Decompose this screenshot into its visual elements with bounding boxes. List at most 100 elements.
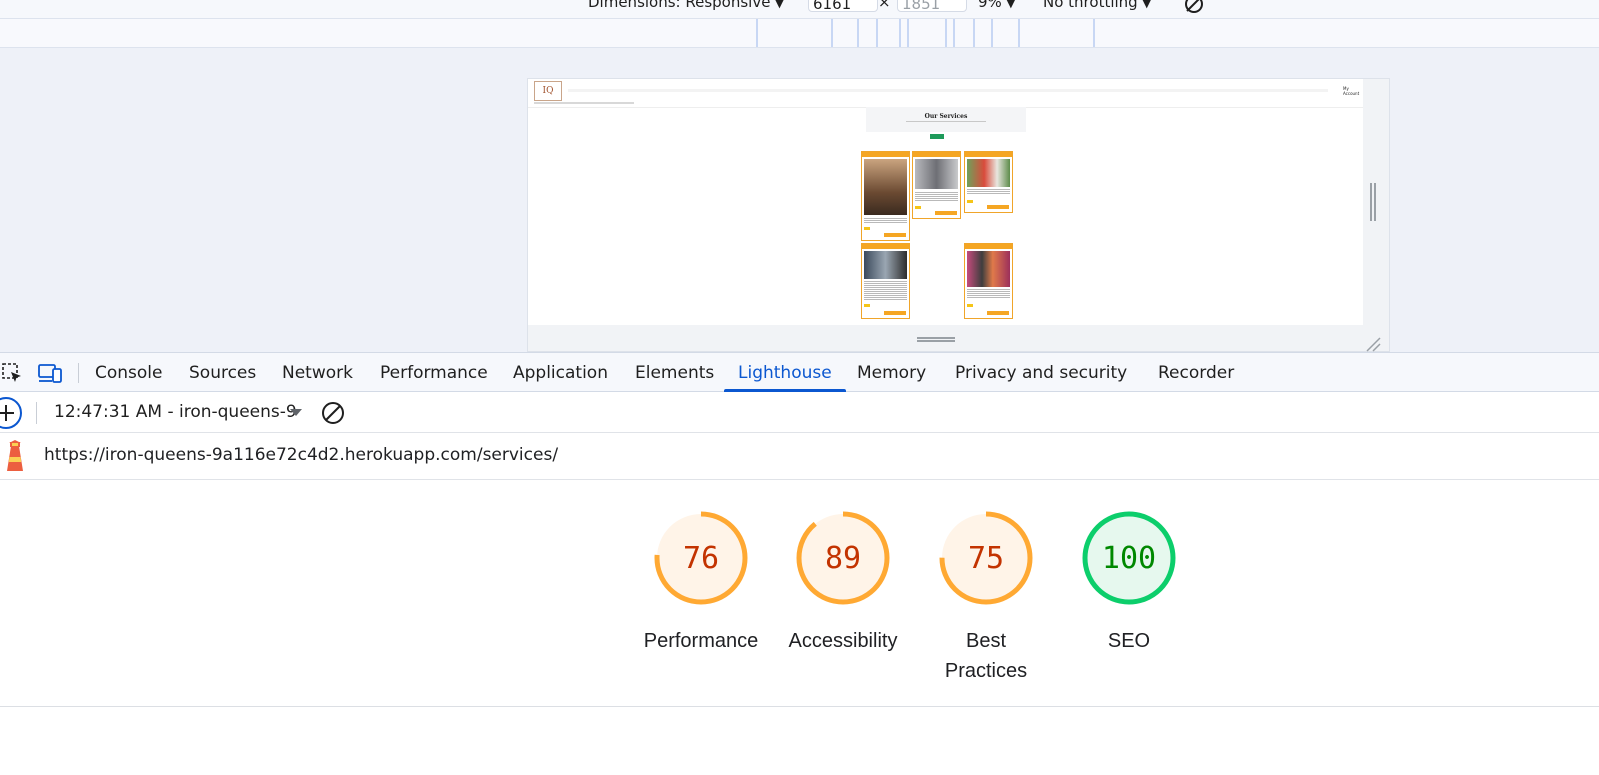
score-value: 76 xyxy=(683,541,719,576)
media-query-bar[interactable] xyxy=(0,19,1599,48)
clear-icon[interactable] xyxy=(320,400,346,426)
site-nav[interactable] xyxy=(534,102,634,104)
chevron-down-icon: ▼ xyxy=(775,0,784,10)
site-account-link[interactable]: My Account xyxy=(1343,86,1363,96)
score-gauge-seo[interactable]: 100 SEO xyxy=(1064,508,1194,656)
viewport-resize-handle-bottom[interactable] xyxy=(917,337,955,342)
service-book-button[interactable] xyxy=(987,311,1009,315)
device-toolbar: Dimensions: Responsive ▼ 6161 × 1851 9% … xyxy=(0,0,1599,19)
service-price-tag xyxy=(967,304,973,307)
service-card[interactable] xyxy=(912,151,961,219)
media-query-marker[interactable] xyxy=(953,19,955,47)
chevron-down-icon: ▼ xyxy=(1006,0,1016,10)
service-card[interactable] xyxy=(964,243,1013,319)
score-label: Performance xyxy=(643,630,759,652)
service-card-title xyxy=(862,244,909,249)
viewport-resize-handle-right[interactable] xyxy=(1370,183,1376,221)
tab-performance[interactable]: Performance xyxy=(380,353,488,391)
service-card-title xyxy=(965,152,1012,157)
device-viewport-area: IQ My Account Our Services xyxy=(0,48,1599,352)
score-gauge-ring: 75 xyxy=(939,511,1033,605)
inspect-element-icon[interactable] xyxy=(0,361,24,385)
throttling-dropdown[interactable]: No throttling ▼ xyxy=(1043,0,1151,11)
media-query-marker[interactable] xyxy=(831,19,833,47)
service-description xyxy=(864,218,907,224)
score-value: 89 xyxy=(825,541,861,576)
service-card[interactable] xyxy=(964,151,1013,213)
chevron-down-icon[interactable] xyxy=(290,409,302,416)
tab-elements[interactable]: Elements xyxy=(635,353,714,391)
service-price-tag xyxy=(967,200,973,203)
score-gauges: 76 Performance 89 Accessibility 75 Best Pract… xyxy=(0,480,1599,707)
width-input[interactable]: 6161 xyxy=(808,0,878,13)
score-label: SEO xyxy=(1107,630,1151,652)
tab-application[interactable]: Application xyxy=(513,353,608,391)
add-icon[interactable] xyxy=(0,395,24,431)
media-query-marker[interactable] xyxy=(756,19,758,47)
dimensions-dropdown[interactable]: Dimensions: Responsive ▼ xyxy=(588,0,784,11)
service-book-button[interactable] xyxy=(884,233,906,237)
score-gauge-performance[interactable]: 76 Performance xyxy=(636,508,766,656)
toolbar-divider xyxy=(78,363,79,383)
height-input[interactable]: 1851 xyxy=(897,0,967,13)
report-selector[interactable]: 12:47:31 AM - iron-queens-9 xyxy=(54,402,297,422)
score-label: Accessibility xyxy=(788,630,898,652)
add-service-button[interactable] xyxy=(930,134,944,139)
score-gauge-best-practices[interactable]: 75 Best Practices xyxy=(921,508,1051,686)
service-image xyxy=(864,251,907,279)
report-url[interactable]: https://iron-queens-9a116e72c4d2.herokua… xyxy=(44,445,558,465)
media-query-marker[interactable] xyxy=(945,19,947,47)
service-book-button[interactable] xyxy=(884,311,906,315)
resize-corner-icon[interactable] xyxy=(1365,336,1381,352)
service-card-title xyxy=(913,152,960,157)
service-card-title xyxy=(862,152,909,157)
lighthouse-logo-icon xyxy=(4,440,26,472)
score-value: 100 xyxy=(1102,541,1156,576)
tab-console[interactable]: Console xyxy=(95,353,163,391)
service-book-button[interactable] xyxy=(987,205,1009,209)
media-query-marker[interactable] xyxy=(973,19,975,47)
services-title: Our Services xyxy=(924,113,968,120)
tab-recorder[interactable]: Recorder xyxy=(1158,353,1234,391)
media-query-marker[interactable] xyxy=(1093,19,1095,47)
media-query-marker[interactable] xyxy=(991,19,993,47)
service-description xyxy=(967,189,1010,195)
report-url-bar: https://iron-queens-9a116e72c4d2.herokua… xyxy=(0,433,1599,480)
service-card[interactable] xyxy=(861,151,910,241)
times-icon: × xyxy=(878,0,891,11)
media-query-marker[interactable] xyxy=(899,19,909,47)
service-description xyxy=(915,192,958,202)
tab-lighthouse[interactable]: Lighthouse xyxy=(724,353,846,392)
media-query-marker[interactable] xyxy=(1018,19,1020,47)
zoom-dropdown[interactable]: 9% ▼ xyxy=(978,0,1015,11)
tab-privacy-and-security[interactable]: Privacy and security xyxy=(955,353,1127,391)
service-book-button[interactable] xyxy=(935,211,957,215)
tab-memory[interactable]: Memory xyxy=(857,353,926,391)
service-price-tag xyxy=(864,304,870,307)
tab-sources[interactable]: Sources xyxy=(189,353,256,391)
throttling-value: No throttling xyxy=(1043,0,1138,11)
site-logo[interactable]: IQ xyxy=(534,81,562,101)
lighthouse-toolbar: 12:47:31 AM - iron-queens-9 xyxy=(0,392,1599,433)
score-gauge-ring: 76 xyxy=(654,511,748,605)
site-header: IQ My Account xyxy=(528,79,1363,108)
device-toggle-icon[interactable] xyxy=(38,361,62,385)
page-preview[interactable]: IQ My Account Our Services xyxy=(528,79,1363,325)
tab-network[interactable]: Network xyxy=(282,353,353,391)
service-image xyxy=(967,159,1010,187)
media-query-marker[interactable] xyxy=(857,19,859,47)
service-price-tag xyxy=(864,227,870,230)
device-frame: IQ My Account Our Services xyxy=(527,78,1390,352)
save-data-icon[interactable] xyxy=(1183,0,1205,18)
media-query-marker[interactable] xyxy=(876,19,878,47)
service-card-title xyxy=(965,244,1012,249)
score-gauge-accessibility[interactable]: 89 Accessibility xyxy=(778,508,908,656)
service-image xyxy=(864,159,907,215)
site-search-bar[interactable] xyxy=(568,89,1328,92)
score-label: Best Practices xyxy=(944,630,1028,682)
services-hero: Our Services xyxy=(866,107,1026,132)
devtools-tab-bar: Console Sources Network Performance Appl… xyxy=(0,352,1599,392)
service-card[interactable] xyxy=(861,243,910,319)
zoom-value: 9% xyxy=(978,0,1002,11)
service-description xyxy=(864,281,907,301)
